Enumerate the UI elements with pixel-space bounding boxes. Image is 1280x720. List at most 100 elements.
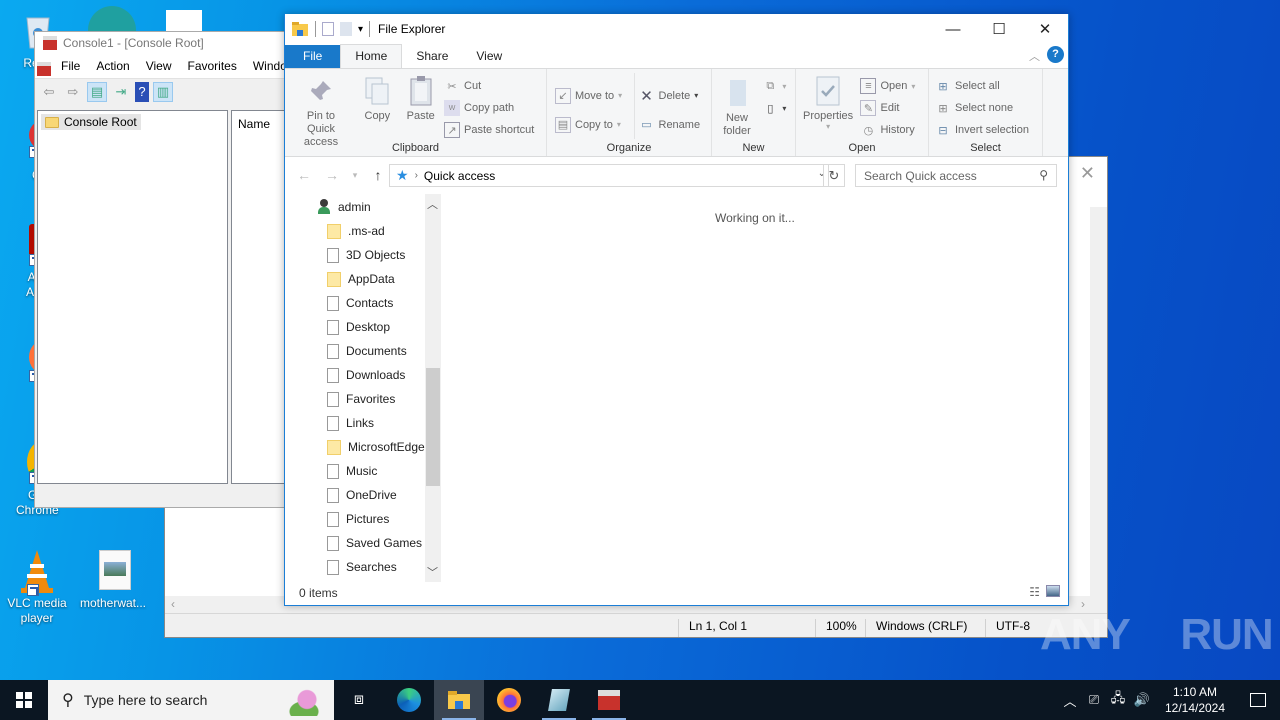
tab-home[interactable]: Home xyxy=(340,44,403,68)
show-action-pane-icon[interactable]: ▥ xyxy=(153,81,173,102)
nav-item[interactable]: MicrosoftEdge xyxy=(285,435,441,459)
mmc-menu-favorites[interactable]: Favorites xyxy=(188,59,237,73)
collapse-ribbon-icon[interactable]: ︿ xyxy=(1029,48,1040,64)
back-arrow-icon[interactable]: ⇦ xyxy=(39,82,59,102)
notepad-close-icon[interactable]: ✕ xyxy=(1080,163,1095,184)
show-hide-tree-icon[interactable]: ▤ xyxy=(87,81,107,102)
nav-item[interactable]: Links xyxy=(285,411,441,435)
nav-item[interactable]: Saved Games xyxy=(285,531,441,555)
nav-item[interactable]: OneDrive xyxy=(285,483,441,507)
help-icon[interactable]: ? xyxy=(135,81,149,102)
volume-icon[interactable]: 🔊 xyxy=(1130,692,1154,708)
help-icon[interactable]: ? xyxy=(1047,46,1064,63)
nav-item[interactable]: Music xyxy=(285,459,441,483)
nav-item[interactable]: AppData xyxy=(285,267,441,291)
camera-icon[interactable]: ⎚ xyxy=(1082,692,1106,708)
nav-item[interactable]: Pictures xyxy=(285,507,441,531)
address-input[interactable]: ★ › Quick access ⌄ xyxy=(389,164,829,187)
edit-button[interactable]: ✎ Edit xyxy=(860,97,915,119)
up-button[interactable]: ↑ xyxy=(367,167,389,183)
taskbar-search-box[interactable]: ⚲ Type here to search xyxy=(48,680,334,720)
taskbar-firefox[interactable] xyxy=(484,680,534,720)
mmc-system-icon[interactable] xyxy=(37,62,51,76)
copy-button[interactable]: Copy xyxy=(357,73,397,125)
mmc-menu-action[interactable]: Action xyxy=(96,59,129,73)
forward-arrow-icon[interactable]: ⇨ xyxy=(63,82,83,102)
nav-item[interactable]: Contacts xyxy=(285,291,441,315)
back-button[interactable]: ← xyxy=(293,167,315,183)
network-icon[interactable]: 🖧 xyxy=(1106,689,1130,711)
paste-button[interactable]: Paste xyxy=(401,73,441,125)
new-folder-qa-icon[interactable] xyxy=(340,22,352,36)
search-input[interactable]: Search Quick access ⚲ xyxy=(855,164,1057,187)
cut-button[interactable]: ✂ Cut xyxy=(444,75,534,97)
taskbar-mmc[interactable] xyxy=(584,680,634,720)
mmc-menu-window[interactable]: Windo xyxy=(253,59,287,73)
copy-to-button[interactable]: ▤ Copy to ▾ xyxy=(555,110,622,139)
taskbar-task-view[interactable]: ⧈ xyxy=(334,680,384,720)
file-explorer-window[interactable]: ▾ File Explorer — ☐ ✕ File Home Share Vi… xyxy=(284,14,1069,606)
notepad-vertical-scrollbar[interactable] xyxy=(1090,207,1107,607)
easy-access-button[interactable]: ▯ ▾ xyxy=(762,97,786,119)
mmc-menu-file[interactable]: File xyxy=(61,59,80,73)
rename-button[interactable]: ▭ Rename xyxy=(639,110,700,139)
nav-item[interactable]: .ms-ad xyxy=(285,219,441,243)
export-list-icon[interactable]: ⇥ xyxy=(111,82,131,102)
mmc-console-window[interactable]: Console1 - [Console Root] File Action Vi… xyxy=(34,31,295,508)
nav-item[interactable]: 3D Objects xyxy=(285,243,441,267)
select-all-button[interactable]: ⊞ Select all xyxy=(935,75,1029,97)
nav-item[interactable]: Downloads xyxy=(285,363,441,387)
clock[interactable]: 1:10 AM 12/14/2024 xyxy=(1154,684,1236,716)
move-to-button[interactable]: ↙ Move to ▾ xyxy=(555,81,622,110)
nav-item-admin[interactable]: admin xyxy=(285,195,441,219)
refresh-button[interactable]: ↻ xyxy=(823,164,845,187)
navigation-pane[interactable]: admin .ms-ad 3D Objects AppData Contacts Des… xyxy=(285,194,441,582)
show-hidden-icons-chevron[interactable]: ︿ xyxy=(1058,691,1082,710)
taskbar-file-explorer[interactable] xyxy=(434,680,484,720)
pin-to-quick-access-button[interactable]: Pin to Quick access xyxy=(288,73,354,151)
desktop-icon-motherwat[interactable]: motherwat... xyxy=(76,548,150,611)
nav-item[interactable]: Favorites xyxy=(285,387,441,411)
maximize-button[interactable]: ☐ xyxy=(976,14,1022,44)
taskbar-notepad[interactable] xyxy=(534,680,584,720)
minimize-button[interactable]: — xyxy=(930,14,976,44)
scroll-up-icon[interactable]: ︿ xyxy=(427,196,438,212)
scroll-down-icon[interactable]: ﹀ xyxy=(427,564,438,580)
recent-locations-dropdown[interactable]: ▾ xyxy=(349,170,361,181)
desktop-icon-vlc[interactable]: VLC media player xyxy=(0,548,74,626)
forward-button[interactable]: → xyxy=(321,167,343,183)
copy-path-button[interactable]: W Copy path xyxy=(444,97,534,119)
new-folder-button[interactable]: New folder xyxy=(715,75,759,140)
mmc-menu-view[interactable]: View xyxy=(146,59,172,73)
breadcrumb-separator-icon[interactable]: › xyxy=(415,170,418,181)
tree-item-console-root[interactable]: Console Root xyxy=(41,114,141,130)
scroll-thumb[interactable] xyxy=(426,368,440,486)
notifications-button[interactable] xyxy=(1236,693,1280,707)
nav-item[interactable]: Desktop xyxy=(285,315,441,339)
nav-item[interactable]: Documents xyxy=(285,339,441,363)
delete-button[interactable]: ✕ Delete ▾ xyxy=(639,81,701,110)
nav-pane-scrollbar[interactable]: ︿ ﹀ xyxy=(425,194,441,582)
breadcrumb-quick-access[interactable]: Quick access xyxy=(424,169,495,183)
mmc-tree-pane[interactable]: Console Root xyxy=(37,110,228,484)
open-button[interactable]: ≡ Open ▾ xyxy=(860,75,915,97)
nav-item[interactable]: Searches xyxy=(285,555,441,579)
select-none-button[interactable]: ⊞ Select none xyxy=(935,97,1029,119)
customize-qa-dropdown-icon[interactable]: ▾ xyxy=(358,24,363,35)
details-view-icon[interactable]: ☷ xyxy=(1029,585,1040,599)
paste-shortcut-button[interactable]: ↗ Paste shortcut xyxy=(444,119,534,141)
new-item-button[interactable]: ⧉ ▾ xyxy=(762,75,786,97)
start-button[interactable] xyxy=(0,680,48,720)
tab-share[interactable]: Share xyxy=(402,45,462,68)
tab-file[interactable]: File xyxy=(285,45,341,68)
tab-view[interactable]: View xyxy=(462,45,516,68)
properties-button[interactable]: Properties ▾ xyxy=(799,73,857,133)
properties-qa-icon[interactable] xyxy=(322,22,334,36)
close-button[interactable]: ✕ xyxy=(1022,14,1068,44)
document-desktop-icon[interactable] xyxy=(166,10,202,32)
file-list-area[interactable]: Working on it... xyxy=(445,194,1068,582)
invert-selection-button[interactable]: ⊟ Invert selection xyxy=(935,119,1029,141)
edge-desktop-icon[interactable] xyxy=(88,6,136,32)
taskbar-edge[interactable] xyxy=(384,680,434,720)
history-button[interactable]: ◷ History xyxy=(860,119,915,141)
